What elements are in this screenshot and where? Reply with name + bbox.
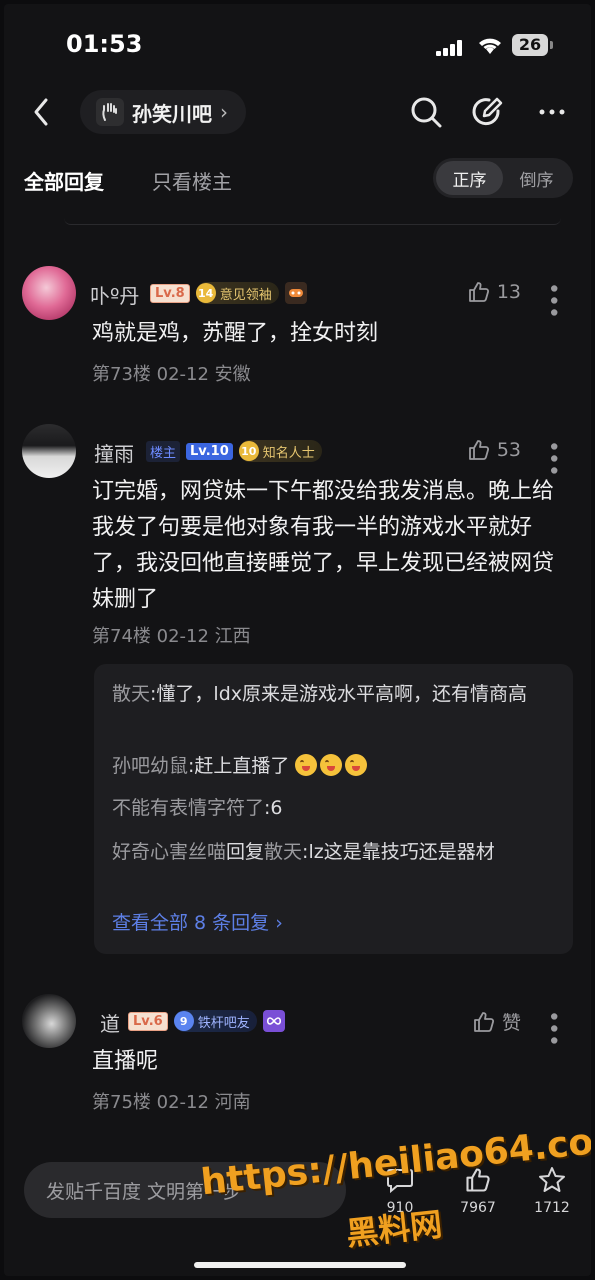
user-badges: Lv.6 9 铁杆吧友 [128, 1010, 285, 1032]
subreply-author[interactable]: 孙吧幼鼠 [112, 755, 188, 777]
back-arrow-icon[interactable] [28, 96, 56, 128]
more-icon[interactable] [534, 94, 570, 130]
favorite-action[interactable]: 1712 [522, 1166, 582, 1216]
tab-all-replies[interactable]: 全部回复 [24, 166, 104, 195]
post-meta: 第73楼 02-12 安徽 [92, 364, 251, 385]
star-icon [539, 1167, 565, 1192]
thumbs-up-icon [474, 1011, 495, 1032]
battery-indicator: 26 [512, 34, 553, 56]
subreply-author[interactable]: 散天 [112, 683, 150, 705]
thumbs-up-icon [468, 440, 489, 460]
user-badges: 楼主 Lv.10 10 知名人士 [146, 440, 322, 462]
subreply-box: 散天:懂了，ldx原来是游戏水平高啊，还有情商高 孙吧幼鼠:赶上直播了 不能有表… [94, 664, 573, 954]
post-more-icon[interactable]: ••• [540, 1010, 565, 1046]
infinity-badge-icon [262, 1010, 285, 1032]
subreply-text: :6 [264, 797, 283, 819]
sort-toggle: 正序 倒序 [433, 158, 573, 198]
reply-target[interactable]: 散天 [264, 841, 302, 863]
user-badges: Lv.8 14 意见领袖 [150, 282, 307, 304]
chevron-right-icon: › [220, 100, 228, 124]
subreply-item[interactable]: 散天:懂了，ldx原来是游戏水平高啊，还有情商高 [112, 678, 547, 710]
signal-icon [436, 40, 466, 56]
subreply-text: :懂了，ldx原来是游戏水平高啊，还有情商高 [150, 683, 528, 705]
hand-icon [102, 103, 117, 121]
search-icon[interactable] [408, 94, 444, 130]
subreply-author[interactable]: 好奇心害丝喵 [112, 841, 226, 863]
op-badge: 楼主 [146, 440, 181, 462]
forum-chip[interactable]: 孙笑川吧 › [80, 90, 246, 134]
medal-label: 意见领袖 [219, 287, 272, 303]
subreply-text: :赶上直播了 [188, 755, 290, 777]
subreply-item[interactable]: 不能有表情字符了:6 [112, 792, 547, 824]
smile-emoji-icon [320, 754, 343, 776]
wifi-icon [479, 38, 501, 54]
post-meta: 第74楼 02-12 江西 [92, 626, 251, 647]
subreply-text: :lz这是靠技巧还是器材 [302, 841, 495, 863]
like-button[interactable]: 赞 [472, 1008, 521, 1035]
game-badge-icon [284, 282, 307, 304]
medal-number: 10 [238, 441, 259, 461]
status-bar: 01:53 26 [4, 4, 591, 84]
medal-label: 知名人士 [262, 445, 315, 461]
view-all-replies-link[interactable]: 查看全部 8 条回复 › [112, 908, 283, 935]
smile-emoji-icon [345, 754, 368, 776]
post-more-icon[interactable]: ••• [540, 282, 565, 318]
medal-badge: 14 意见领袖 [195, 282, 279, 304]
post-meta: 第75楼 02-12 河南 [92, 1092, 251, 1113]
username[interactable]: 撞雨 [94, 438, 134, 467]
subreply-author[interactable]: 不能有表情字符了 [112, 797, 264, 819]
medal-badge: 10 知名人士 [238, 440, 322, 462]
medal-badge: 9 铁杆吧友 [173, 1010, 257, 1032]
post-more-icon[interactable]: ••• [540, 440, 565, 476]
like-button[interactable]: 53 [467, 438, 521, 462]
like-count: 赞 [501, 1012, 521, 1034]
level-badge: Lv.8 [150, 283, 190, 303]
subreply-item[interactable]: 好奇心害丝喵回复散天:lz这是靠技巧还是器材 [112, 836, 547, 868]
forum-avatar [96, 98, 124, 126]
favorite-count: 1712 [534, 1200, 570, 1216]
medal-number: 9 [173, 1011, 194, 1031]
like-count: 53 [496, 439, 521, 461]
medal-label: 铁杆吧友 [197, 1015, 250, 1031]
medal-number: 14 [195, 283, 216, 303]
level-badge: Lv.10 [186, 442, 233, 460]
edit-icon[interactable] [470, 94, 506, 130]
home-indicator[interactable] [194, 1262, 406, 1268]
avatar[interactable] [22, 994, 76, 1048]
app-frame: 01:53 26 孙笑川吧 › 全部回复 只看楼主 正序 倒序 卟º丹 Lv.8… [4, 4, 591, 1276]
like-count: 13 [496, 281, 521, 303]
sort-desc-button[interactable]: 倒序 [503, 161, 570, 195]
thumbs-up-icon [468, 282, 489, 302]
sort-asc-button[interactable]: 正序 [436, 161, 503, 195]
username[interactable]: 道 [100, 1008, 120, 1037]
level-badge: Lv.6 [128, 1011, 168, 1031]
status-time: 01:53 [66, 30, 143, 58]
subreply-item[interactable]: 孙吧幼鼠:赶上直播了 [112, 750, 547, 782]
post-content: 直播呢 [92, 1049, 159, 1074]
reply-keyword: 回复 [226, 841, 265, 863]
avatar[interactable] [22, 424, 76, 478]
post-content: 鸡就是鸡，苏醒了，拴女时刻 [92, 321, 379, 346]
tab-only-op[interactable]: 只看楼主 [152, 166, 232, 195]
username[interactable]: 卟º丹 [90, 280, 139, 309]
post-content: 订完婚，网贷妹一下午都没给我发消息。晚上给我发了句要是他对象有我一半的游戏水平就… [92, 479, 555, 612]
divider [64, 218, 561, 225]
like-button[interactable]: 13 [467, 280, 521, 304]
smile-emoji-icon [295, 754, 318, 776]
avatar[interactable] [22, 266, 76, 320]
top-nav: 孙笑川吧 › [4, 84, 591, 140]
reply-filter-bar: 全部回复 只看楼主 正序 倒序 [4, 154, 591, 214]
forum-name: 孙笑川吧 [132, 101, 212, 126]
like-total: 7967 [460, 1200, 496, 1216]
